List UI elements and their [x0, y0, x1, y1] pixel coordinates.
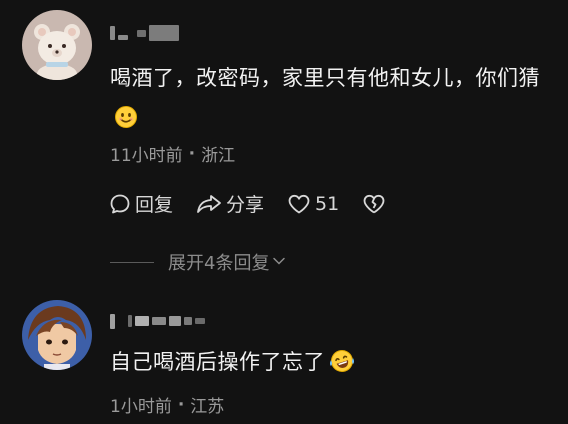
comment-actions: 回复 分享 51: [108, 190, 409, 217]
comment-time: 11小时前: [110, 146, 183, 166]
comment-meta: 11小时前 · 浙江: [110, 141, 236, 167]
like-count: 51: [315, 192, 340, 215]
expand-replies-button[interactable]: 展开4条回复: [110, 249, 286, 275]
broken-heart-icon: [361, 192, 387, 216]
comment-text-content: 自己喝酒后操作了忘了: [110, 350, 325, 374]
comment-text: 喝酒了，改密码，家里只有他和女儿，你们猜: [110, 58, 550, 142]
expand-replies-label: 展开4条回复: [168, 253, 270, 274]
username-redacted[interactable]: [110, 22, 179, 44]
comment-location: 浙江: [201, 146, 236, 166]
avatar[interactable]: [22, 10, 92, 80]
teddy-bear-avatar-icon: [22, 10, 92, 80]
smiling-face-emoji-icon: [114, 102, 138, 142]
comment-text-content: 喝酒了，改密码，家里只有他和女儿，你们猜: [110, 66, 540, 90]
anime-character-avatar-icon: [22, 300, 92, 370]
heart-icon: [286, 192, 312, 216]
comment-location: 江苏: [190, 397, 225, 417]
comment-meta: 1小时前 · 江苏: [110, 392, 225, 418]
username-redacted[interactable]: [110, 310, 205, 332]
laughing-tears-emoji-icon: [329, 346, 355, 386]
comment-bubble-icon: [108, 192, 132, 216]
dislike-button[interactable]: [361, 192, 387, 216]
comment-item-1: 喝酒了，改密码，家里只有他和女儿，你们猜 11小时前 · 浙江 回复 分享 51: [0, 0, 568, 290]
like-button[interactable]: 51: [286, 192, 339, 216]
comment-item-2: 自己喝酒后操作了忘了 1小时前 · 江苏: [0, 290, 568, 424]
meta-separator: ·: [177, 394, 185, 415]
chevron-down-icon: [272, 252, 286, 273]
share-label: 分享: [226, 194, 265, 216]
comment-time: 1小时前: [110, 397, 172, 417]
reply-button[interactable]: 回复: [108, 190, 173, 217]
reply-label: 回复: [135, 194, 174, 216]
comment-text: 自己喝酒后操作了忘了: [110, 342, 550, 386]
avatar[interactable]: [22, 300, 92, 370]
meta-separator: ·: [188, 143, 196, 164]
expand-divider-line: [110, 261, 154, 263]
share-arrow-icon: [195, 192, 223, 216]
share-button[interactable]: 分享: [195, 190, 264, 217]
